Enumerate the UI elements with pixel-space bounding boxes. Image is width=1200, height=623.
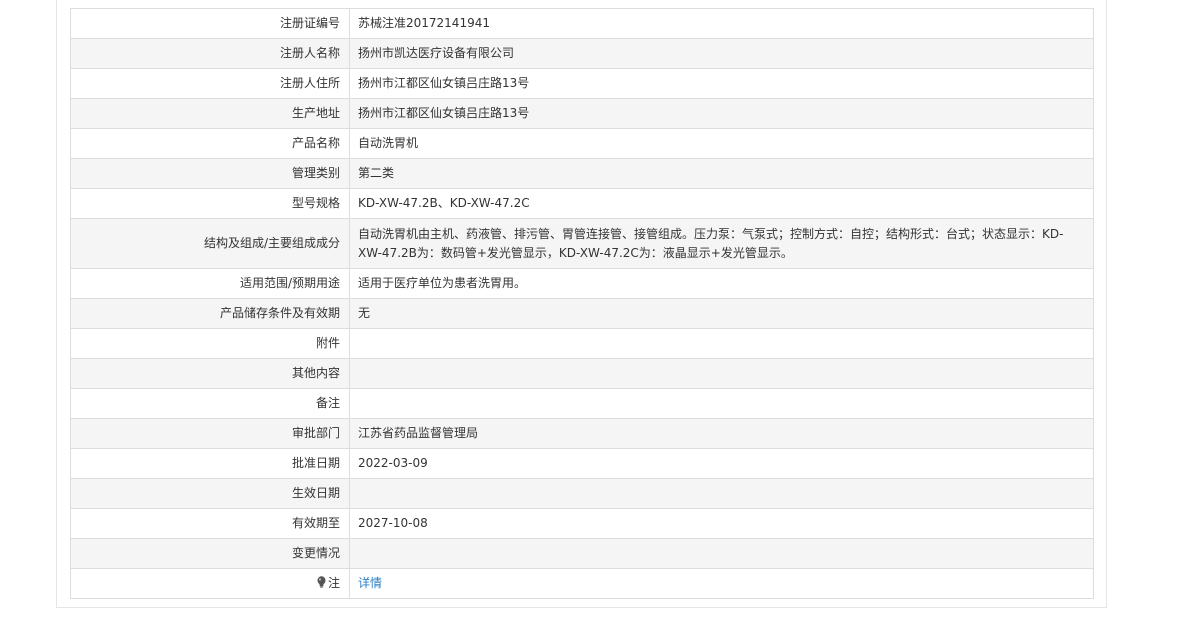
table-row: 型号规格 KD-XW-47.2B、KD-XW-47.2C — [70, 188, 1094, 219]
field-value: 2022-03-09 — [349, 448, 1094, 479]
field-value: 适用于医疗单位为患者洗胃用。 — [349, 268, 1094, 299]
note-row: 注 详情 — [70, 568, 1094, 599]
table-row: 备注 — [70, 388, 1094, 419]
lightbulb-icon — [317, 576, 326, 588]
field-label: 结构及组成/主要组成成分 — [70, 218, 350, 269]
field-label: 备注 — [70, 388, 350, 419]
field-value: KD-XW-47.2B、KD-XW-47.2C — [349, 188, 1094, 219]
field-label: 注册人名称 — [70, 38, 350, 69]
field-value: 自动洗胃机 — [349, 128, 1094, 159]
field-value — [349, 478, 1094, 509]
table-row: 注册人住所 扬州市江都区仙女镇吕庄路13号 — [70, 68, 1094, 99]
note-label: 注 — [327, 576, 340, 590]
field-label: 注册人住所 — [70, 68, 350, 99]
note-value-cell: 详情 — [349, 568, 1094, 599]
field-value: 2027-10-08 — [349, 508, 1094, 539]
field-label: 注册证编号 — [70, 8, 350, 39]
note-label-cell: 注 — [70, 568, 350, 599]
field-label: 审批部门 — [70, 418, 350, 449]
field-label: 批准日期 — [70, 448, 350, 479]
table-row: 审批部门 江苏省药品监督管理局 — [70, 418, 1094, 449]
table-row: 变更情况 — [70, 538, 1094, 569]
field-value: 扬州市凯达医疗设备有限公司 — [349, 38, 1094, 69]
registration-detail-table: 注册证编号 苏械注准20172141941 注册人名称 扬州市凯达医疗设备有限公… — [70, 8, 1094, 599]
field-value — [349, 538, 1094, 569]
field-label: 生效日期 — [70, 478, 350, 509]
field-label: 型号规格 — [70, 188, 350, 219]
table-row: 管理类别 第二类 — [70, 158, 1094, 189]
table-row: 有效期至 2027-10-08 — [70, 508, 1094, 539]
field-label: 变更情况 — [70, 538, 350, 569]
field-label: 附件 — [70, 328, 350, 359]
table-row: 其他内容 — [70, 358, 1094, 389]
field-value: 苏械注准20172141941 — [349, 8, 1094, 39]
table-row: 适用范围/预期用途 适用于医疗单位为患者洗胃用。 — [70, 268, 1094, 299]
table-row: 附件 — [70, 328, 1094, 359]
field-label: 生产地址 — [70, 98, 350, 129]
table-row: 注册人名称 扬州市凯达医疗设备有限公司 — [70, 38, 1094, 69]
field-value: 自动洗胃机由主机、药液管、排污管、胃管连接管、接管组成。压力泵：气泵式；控制方式… — [349, 218, 1094, 269]
field-value: 第二类 — [349, 158, 1094, 189]
table-row: 生产地址 扬州市江都区仙女镇吕庄路13号 — [70, 98, 1094, 129]
table-row: 注册证编号 苏械注准20172141941 — [70, 8, 1094, 39]
field-label: 管理类别 — [70, 158, 350, 189]
details-link[interactable]: 详情 — [358, 576, 382, 590]
field-value: 无 — [349, 298, 1094, 329]
field-label: 有效期至 — [70, 508, 350, 539]
field-value: 江苏省药品监督管理局 — [349, 418, 1094, 449]
table-row: 结构及组成/主要组成成分 自动洗胃机由主机、药液管、排污管、胃管连接管、接管组成… — [70, 218, 1094, 269]
field-value — [349, 388, 1094, 419]
table-row: 生效日期 — [70, 478, 1094, 509]
table-row: 产品名称 自动洗胃机 — [70, 128, 1094, 159]
field-value — [349, 328, 1094, 359]
field-value: 扬州市江都区仙女镇吕庄路13号 — [349, 68, 1094, 99]
field-label: 产品储存条件及有效期 — [70, 298, 350, 329]
field-label: 产品名称 — [70, 128, 350, 159]
table-row: 批准日期 2022-03-09 — [70, 448, 1094, 479]
field-value: 扬州市江都区仙女镇吕庄路13号 — [349, 98, 1094, 129]
table-row: 产品储存条件及有效期 无 — [70, 298, 1094, 329]
field-value — [349, 358, 1094, 389]
field-label: 适用范围/预期用途 — [70, 268, 350, 299]
field-label: 其他内容 — [70, 358, 350, 389]
